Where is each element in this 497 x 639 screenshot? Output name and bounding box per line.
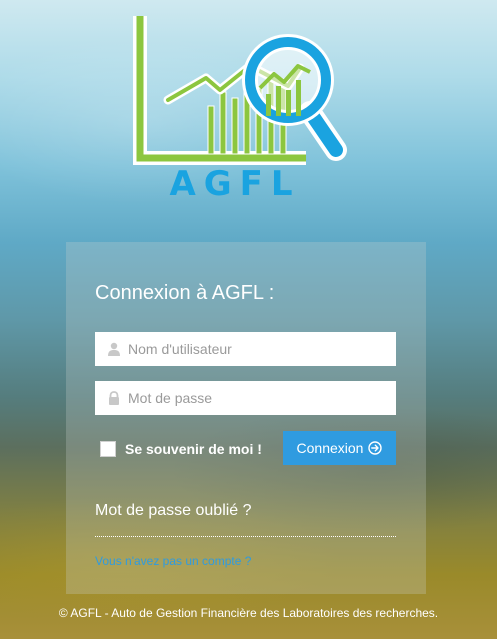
username-field[interactable]: [95, 332, 396, 366]
footer-text: © AGFL - Auto de Gestion Financière des …: [58, 606, 439, 620]
login-title: Connexion à AGFL :: [95, 282, 275, 304]
login-button-label: Connexion: [296, 440, 364, 456]
arrow-circle-right-icon: [368, 441, 383, 455]
password-field[interactable]: [95, 381, 396, 415]
lock-icon: [109, 391, 119, 405]
user-icon: [108, 342, 120, 356]
logo-text: AGFL: [169, 164, 301, 204]
remember-label: Se souvenir de moi !: [125, 441, 262, 457]
password-input[interactable]: [128, 381, 388, 415]
login-button[interactable]: Connexion: [283, 431, 396, 465]
divider: [95, 536, 396, 537]
remember-me[interactable]: Se souvenir de moi !: [100, 439, 262, 459]
register-link[interactable]: Vous n'avez pas un compte ?: [95, 554, 251, 568]
remember-checkbox[interactable]: [100, 441, 116, 457]
username-input[interactable]: [128, 332, 388, 366]
login-panel: Connexion à AGFL : Se souvenir de moi ! …: [66, 242, 426, 594]
forgot-password-link[interactable]: Mot de passe oublié ?: [95, 502, 252, 520]
